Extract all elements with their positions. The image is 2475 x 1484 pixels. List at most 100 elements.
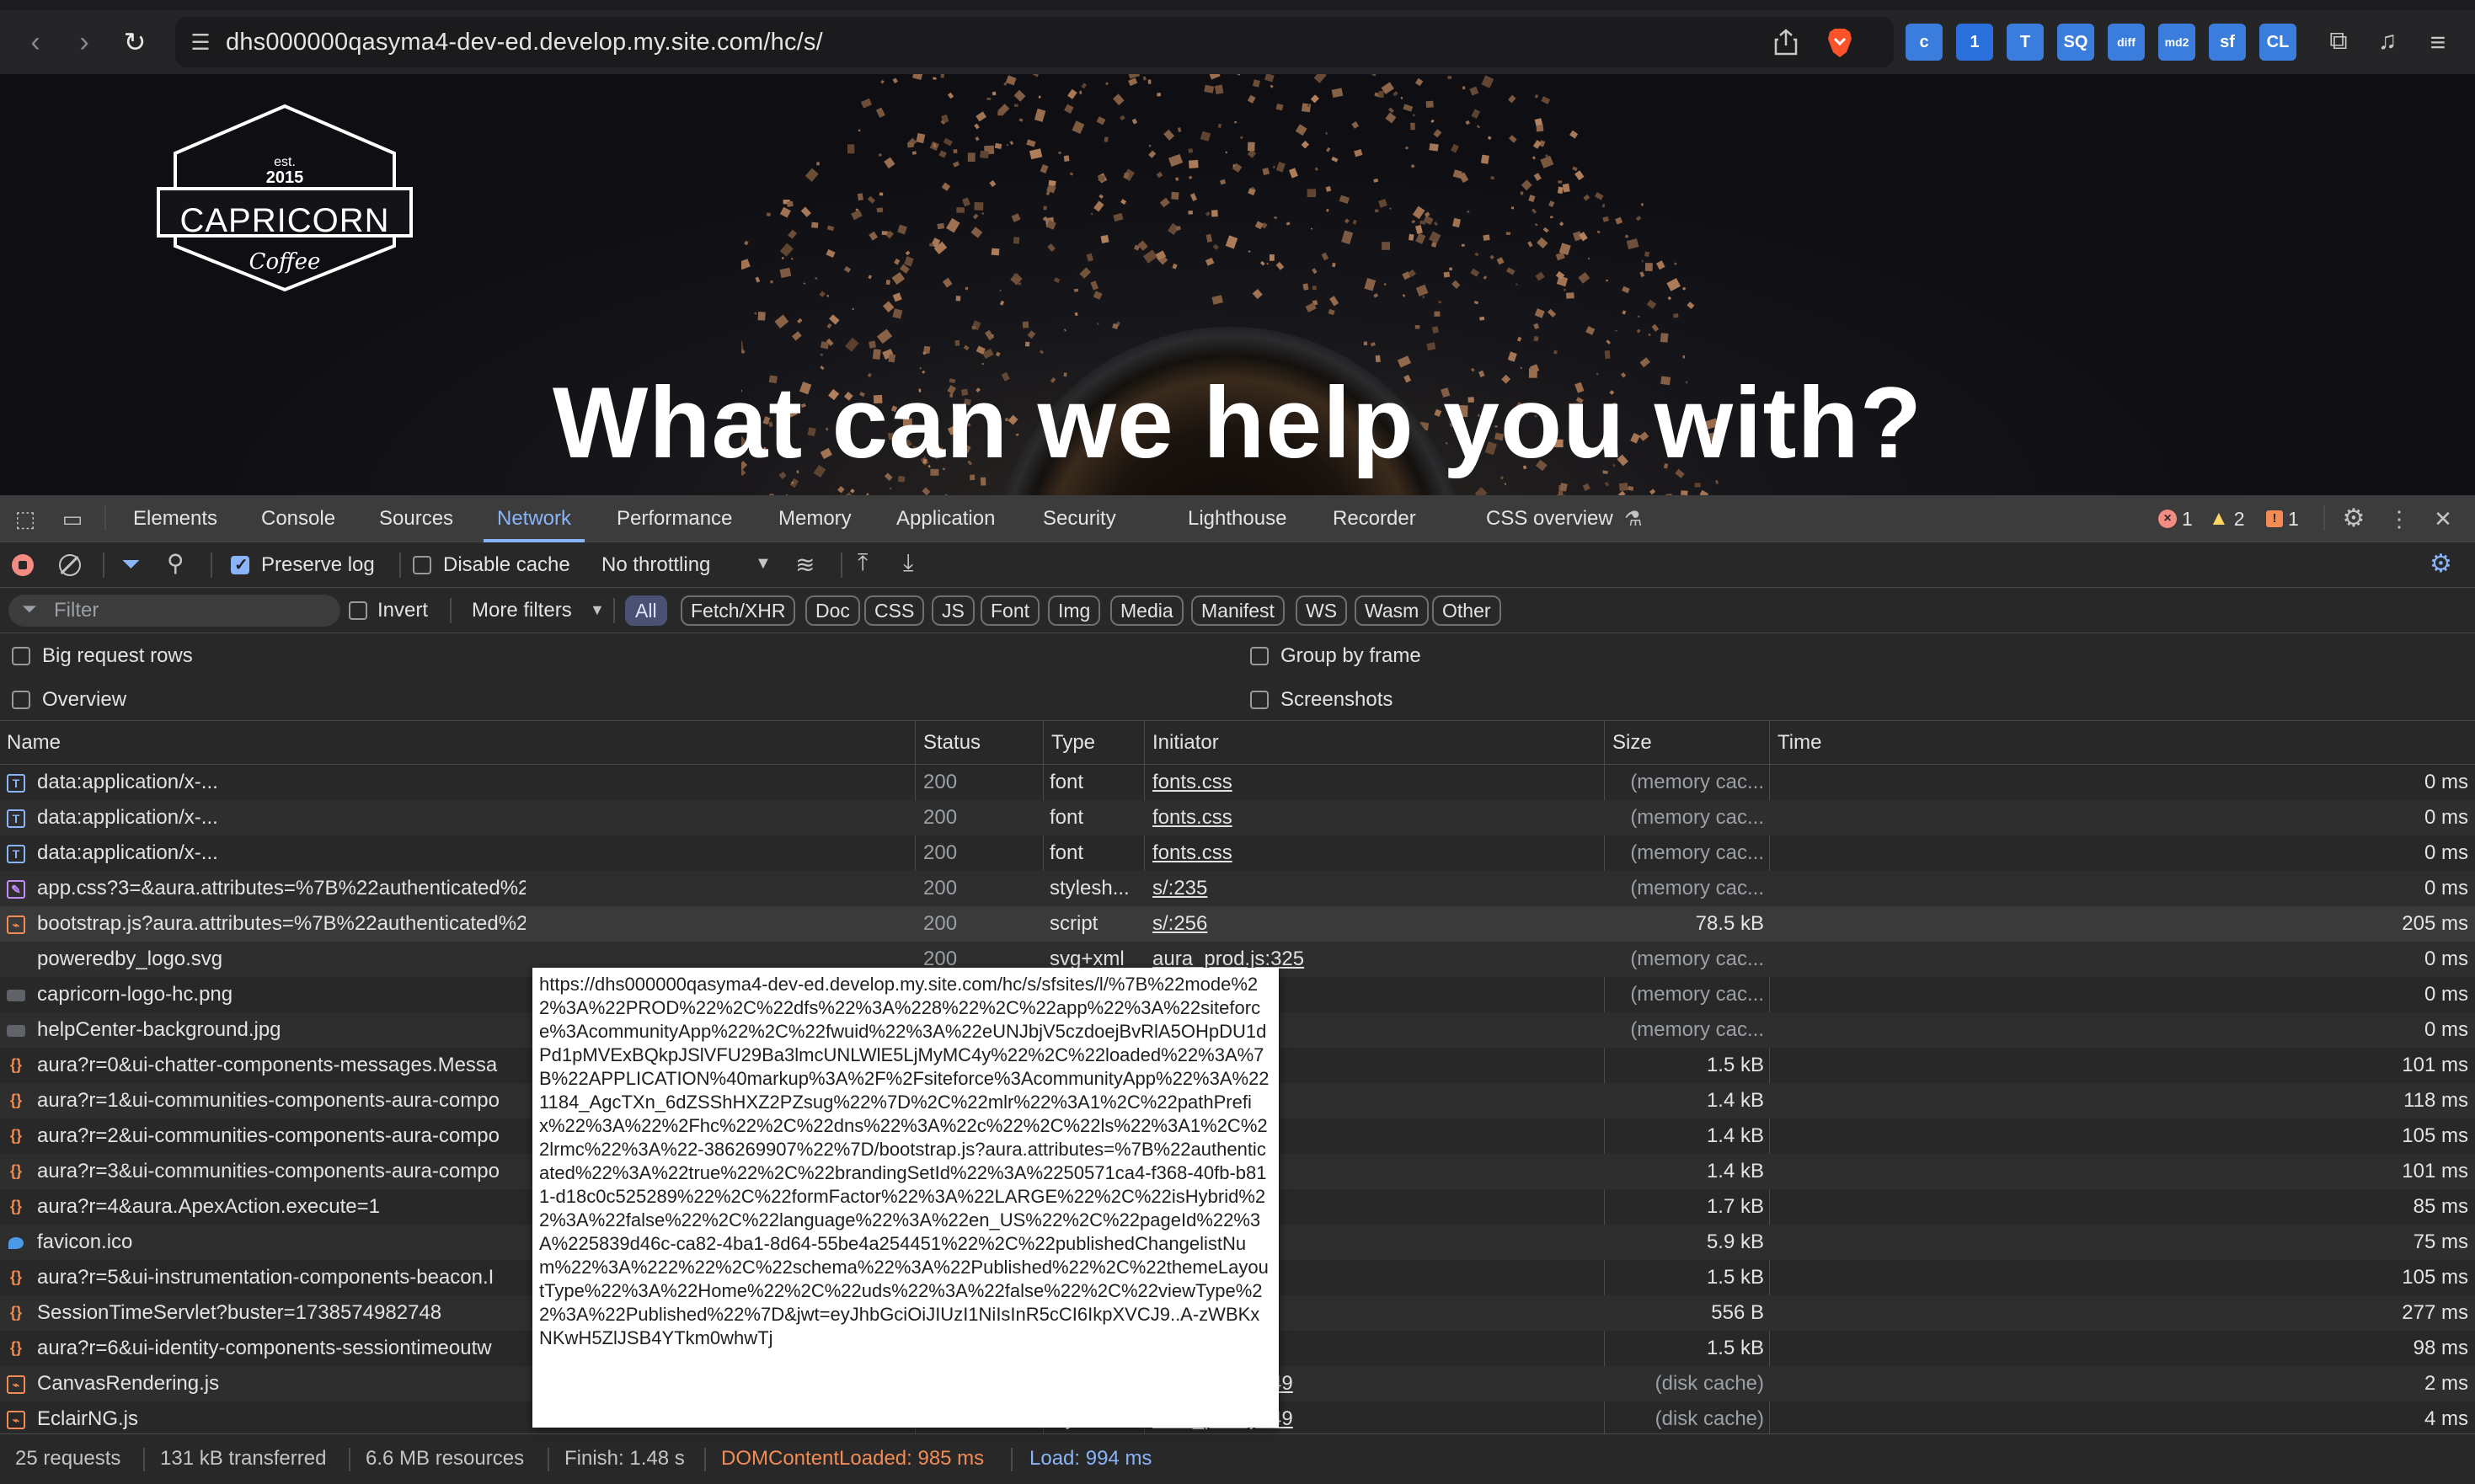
coffee-ground-speck <box>1566 292 1574 299</box>
throttling-dropdown-icon[interactable]: ▼ <box>755 554 772 574</box>
more-options-icon[interactable]: ⋮ <box>2384 504 2414 534</box>
throttling-select[interactable]: No throttling <box>601 553 710 577</box>
filter-chip-font[interactable]: Font <box>981 595 1040 626</box>
column-size[interactable]: Size <box>1612 721 1652 765</box>
coffee-ground-speck <box>1682 286 1687 291</box>
request-initiator[interactable]: fonts.css <box>1152 835 1590 871</box>
preserve-log-checkbox[interactable] <box>231 554 249 575</box>
filter-chip-ws[interactable]: WS <box>1296 595 1348 626</box>
coffee-ground-speck <box>1286 222 1291 226</box>
tab-elements[interactable]: Elements <box>133 495 217 542</box>
column-name[interactable]: Name <box>7 721 61 765</box>
capricorn-logo[interactable]: est. 2015 CAPRICORN Coffee <box>157 103 413 293</box>
tab-performance[interactable]: Performance <box>617 495 732 542</box>
filter-input[interactable]: ⏷ Filter <box>8 595 340 627</box>
request-time: 0 ms <box>2424 841 2468 864</box>
1password-icon[interactable]: 1 <box>1956 24 1993 61</box>
network-conditions-icon[interactable]: ≋ <box>795 551 815 579</box>
clear-log-icon[interactable] <box>59 554 81 576</box>
back-button[interactable]: ‹ <box>10 17 61 67</box>
table-row[interactable]: Tdata:application/x-... 200 font fonts.css (… <box>0 765 2475 800</box>
filter-chip-manifest[interactable]: Manifest <box>1191 595 1285 626</box>
coffee-ground-speck <box>1275 261 1285 270</box>
column-status[interactable]: Status <box>923 721 981 765</box>
export-har-icon[interactable]: ⤓ <box>903 549 913 577</box>
menu-icon[interactable]: ≡ <box>2421 27 2455 61</box>
network-settings-icon[interactable]: ⚙ <box>2430 549 2452 579</box>
column-type[interactable]: Type <box>1051 721 1095 765</box>
search-icon[interactable]: ⚲ <box>167 549 184 577</box>
tab-lighthouse[interactable]: Lighthouse <box>1188 495 1286 542</box>
table-row[interactable]: Tdata:application/x-... 200 font fonts.css (… <box>0 800 2475 835</box>
filter-chip-css[interactable]: CSS <box>864 595 925 626</box>
warning-count: 2 <box>2233 508 2245 530</box>
filter-chip-media[interactable]: Media <box>1110 595 1184 626</box>
tab-console[interactable]: Console <box>261 495 335 542</box>
screenshots-checkbox[interactable] <box>1250 691 1269 709</box>
reload-button[interactable]: ↻ <box>110 17 160 67</box>
record-button-icon[interactable] <box>12 554 34 576</box>
overview-checkbox[interactable] <box>12 691 30 709</box>
column-time[interactable]: Time <box>1777 721 1821 765</box>
issues-count-badge[interactable]: ! 1 <box>2266 507 2299 531</box>
device-toolbar-icon[interactable]: ▭ <box>57 504 88 534</box>
cl-extension-icon[interactable]: CL <box>2259 24 2296 61</box>
tab-security[interactable]: Security <box>1043 495 1116 542</box>
tab-recorder[interactable]: Recorder <box>1333 495 1416 542</box>
coffee-ground-speck <box>1252 289 1263 300</box>
c-extension-icon[interactable]: c <box>1906 24 1943 61</box>
diff-extension-icon[interactable]: diff <box>2108 24 2145 61</box>
settings-gear-icon[interactable]: ⚙ <box>2339 504 2369 534</box>
sq-extension-icon[interactable]: SQ <box>2057 24 2094 61</box>
coffee-ground-speck <box>1687 302 1695 310</box>
more-filters-button[interactable]: More filters <box>472 599 572 622</box>
filter-chip-doc[interactable]: Doc <box>805 595 860 626</box>
big-request-rows-checkbox[interactable] <box>12 647 30 665</box>
site-settings-icon[interactable]: ☰ <box>175 17 226 67</box>
coffee-ground-speck <box>1312 286 1317 291</box>
coffee-ground-speck <box>1034 108 1046 122</box>
request-initiator[interactable]: s/:235 <box>1152 871 1590 906</box>
tab-css-overview[interactable]: CSS overview <box>1486 495 1613 542</box>
tab-sources[interactable]: Sources <box>379 495 453 542</box>
more-filters-dropdown-icon[interactable]: ▼ <box>590 601 605 619</box>
table-row[interactable]: Tdata:application/x-... 200 font fonts.css (… <box>0 835 2475 871</box>
filter-chip-js[interactable]: JS <box>932 595 975 626</box>
media-icon[interactable]: ♫ <box>2371 27 2404 61</box>
url-text[interactable]: dhs000000qasyma4-dev-ed.develop.my.site.… <box>226 29 823 56</box>
inspect-element-icon[interactable]: ⬚ <box>10 504 40 534</box>
warning-count-badge[interactable]: ▲ 2 <box>2209 507 2245 531</box>
request-initiator[interactable]: s/:256 <box>1152 906 1590 942</box>
request-initiator[interactable]: fonts.css <box>1152 765 1590 800</box>
extensions-puzzle-icon[interactable]: ⧉ <box>2322 27 2355 61</box>
filter-chip-other[interactable]: Other <box>1432 595 1501 626</box>
error-icon: × <box>2158 510 2177 528</box>
filter-chip-img[interactable]: Img <box>1048 595 1101 626</box>
table-row[interactable]: ⌁ bootstrap.js?aura.attributes=%7B%22auth… <box>0 906 2475 942</box>
address-bar[interactable]: ☰ dhs000000qasyma4-dev-ed.develop.my.sit… <box>175 17 1894 67</box>
filter-chip-all[interactable]: All <box>625 595 667 626</box>
import-har-icon[interactable]: ⤒ <box>858 549 868 577</box>
filter-chip-fetchxhr[interactable]: Fetch/XHR <box>681 595 796 626</box>
md2-extension-icon[interactable]: md2 <box>2158 24 2195 61</box>
forward-button[interactable]: › <box>59 17 110 67</box>
tab-network[interactable]: Network <box>483 495 585 542</box>
tab-application[interactable]: Application <box>896 495 995 542</box>
coffee-ground-speck <box>875 107 885 118</box>
column-initiator[interactable]: Initiator <box>1152 721 1219 765</box>
invert-checkbox[interactable] <box>349 601 367 620</box>
close-devtools-icon[interactable]: ✕ <box>2428 504 2458 534</box>
filter-funnel-icon[interactable]: ⏷ <box>121 551 140 579</box>
sf-extension-icon[interactable]: sf <box>2209 24 2246 61</box>
t-extension-icon[interactable]: T <box>2007 24 2044 61</box>
table-row[interactable]: ✎ app.css?3=&aura.attributes=%7B%22authen… <box>0 871 2475 906</box>
brave-shields-icon[interactable] <box>1823 25 1857 59</box>
error-count-badge[interactable]: × 1 <box>2158 507 2193 531</box>
request-initiator[interactable]: fonts.css <box>1152 800 1590 835</box>
disable-cache-checkbox[interactable] <box>413 556 431 574</box>
share-icon[interactable] <box>1771 27 1801 57</box>
filter-chip-wasm[interactable]: Wasm <box>1355 595 1430 626</box>
coffee-ground-speck <box>1532 156 1536 160</box>
group-by-frame-checkbox[interactable] <box>1250 647 1269 665</box>
tab-memory[interactable]: Memory <box>778 495 852 542</box>
